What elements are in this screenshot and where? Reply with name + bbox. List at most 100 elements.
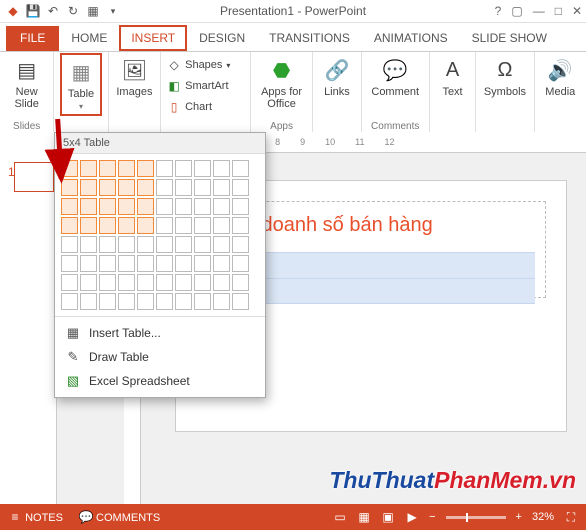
zoom-in-button[interactable]: + [516, 511, 522, 523]
grid-cell[interactable] [80, 274, 97, 291]
grid-cell[interactable] [175, 179, 192, 196]
view-sorter-icon[interactable]: ▦ [357, 510, 371, 524]
grid-cell[interactable] [99, 274, 116, 291]
media-button[interactable]: 🔊 Media [545, 56, 575, 98]
redo-icon[interactable]: ↻ [66, 4, 80, 18]
images-button[interactable]: 🖼 Images [116, 56, 152, 98]
grid-cell[interactable] [213, 179, 230, 196]
draw-table-item[interactable]: ✎ Draw Table [55, 345, 265, 369]
grid-cell[interactable] [194, 198, 211, 215]
grid-cell[interactable] [156, 236, 173, 253]
grid-cell[interactable] [156, 198, 173, 215]
grid-cell[interactable] [175, 217, 192, 234]
chart-button[interactable]: ▯Chart [167, 100, 230, 114]
excel-spreadsheet-item[interactable]: ▧ Excel Spreadsheet [55, 369, 265, 393]
grid-cell[interactable] [118, 274, 135, 291]
grid-cell[interactable] [99, 217, 116, 234]
fit-to-window-icon[interactable]: ⛶ [564, 510, 578, 524]
minimize-icon[interactable]: — [533, 4, 545, 18]
grid-cell[interactable] [175, 274, 192, 291]
smartart-button[interactable]: ◧SmartArt [167, 79, 230, 93]
grid-cell[interactable] [118, 198, 135, 215]
grid-cell[interactable] [118, 255, 135, 272]
grid-cell[interactable] [118, 236, 135, 253]
grid-cell[interactable] [194, 255, 211, 272]
grid-cell[interactable] [232, 236, 249, 253]
grid-cell[interactable] [194, 179, 211, 196]
grid-cell[interactable] [118, 293, 135, 310]
grid-cell[interactable] [61, 293, 78, 310]
grid-cell[interactable] [118, 179, 135, 196]
grid-cell[interactable] [156, 160, 173, 177]
ribbon-display-icon[interactable]: ▢ [511, 4, 522, 18]
tab-animations[interactable]: ANIMATIONS [362, 25, 460, 51]
grid-cell[interactable] [80, 198, 97, 215]
grid-cell[interactable] [175, 160, 192, 177]
grid-cell[interactable] [194, 236, 211, 253]
grid-cell[interactable] [99, 255, 116, 272]
grid-cell[interactable] [213, 293, 230, 310]
grid-cell[interactable] [156, 179, 173, 196]
grid-cell[interactable] [137, 236, 154, 253]
grid-cell[interactable] [156, 293, 173, 310]
grid-cell[interactable] [175, 236, 192, 253]
grid-cell[interactable] [61, 198, 78, 215]
shapes-button[interactable]: ◇Shapes▾ [167, 58, 230, 72]
view-slideshow-icon[interactable]: ▶ [405, 510, 419, 524]
grid-cell[interactable] [213, 274, 230, 291]
grid-cell[interactable] [175, 293, 192, 310]
table-size-grid[interactable] [55, 154, 265, 316]
grid-cell[interactable] [232, 255, 249, 272]
start-slideshow-icon[interactable]: ▦ [86, 4, 100, 18]
grid-cell[interactable] [80, 236, 97, 253]
grid-cell[interactable] [137, 198, 154, 215]
grid-cell[interactable] [213, 236, 230, 253]
grid-cell[interactable] [61, 274, 78, 291]
grid-cell[interactable] [99, 293, 116, 310]
tab-design[interactable]: DESIGN [187, 25, 257, 51]
grid-cell[interactable] [99, 179, 116, 196]
grid-cell[interactable] [232, 274, 249, 291]
grid-cell[interactable] [232, 217, 249, 234]
grid-cell[interactable] [175, 255, 192, 272]
grid-cell[interactable] [137, 179, 154, 196]
tab-slideshow[interactable]: SLIDE SHOW [460, 25, 559, 51]
grid-cell[interactable] [137, 274, 154, 291]
grid-cell[interactable] [194, 217, 211, 234]
grid-cell[interactable] [80, 293, 97, 310]
grid-cell[interactable] [118, 160, 135, 177]
grid-cell[interactable] [80, 217, 97, 234]
notes-button[interactable]: ≡ NOTES [8, 510, 63, 524]
zoom-slider[interactable] [446, 516, 506, 519]
grid-cell[interactable] [194, 274, 211, 291]
close-icon[interactable]: ✕ [572, 4, 582, 18]
zoom-level[interactable]: 32% [532, 511, 554, 523]
grid-cell[interactable] [61, 255, 78, 272]
zoom-out-button[interactable]: − [429, 511, 435, 523]
grid-cell[interactable] [61, 217, 78, 234]
tab-file[interactable]: FILE [6, 26, 59, 51]
grid-cell[interactable] [118, 217, 135, 234]
apps-button[interactable]: ⬣ Apps for Office [257, 56, 306, 110]
grid-cell[interactable] [175, 198, 192, 215]
grid-cell[interactable] [194, 160, 211, 177]
grid-cell[interactable] [232, 293, 249, 310]
grid-cell[interactable] [80, 179, 97, 196]
grid-cell[interactable] [232, 198, 249, 215]
grid-cell[interactable] [99, 160, 116, 177]
insert-table-item[interactable]: ▦ Insert Table... [55, 321, 265, 345]
table-button[interactable]: ▦ Table ▾ [63, 56, 99, 113]
grid-cell[interactable] [137, 217, 154, 234]
grid-cell[interactable] [80, 255, 97, 272]
grid-cell[interactable] [213, 160, 230, 177]
grid-cell[interactable] [137, 160, 154, 177]
view-reading-icon[interactable]: ▣ [381, 510, 395, 524]
grid-cell[interactable] [156, 217, 173, 234]
grid-cell[interactable] [232, 179, 249, 196]
grid-cell[interactable] [156, 274, 173, 291]
symbols-button[interactable]: Ω Symbols [484, 56, 526, 98]
grid-cell[interactable] [99, 236, 116, 253]
help-icon[interactable]: ? [495, 4, 502, 18]
undo-icon[interactable]: ↶ [46, 4, 60, 18]
comment-button[interactable]: 💬 Comment [371, 56, 419, 98]
